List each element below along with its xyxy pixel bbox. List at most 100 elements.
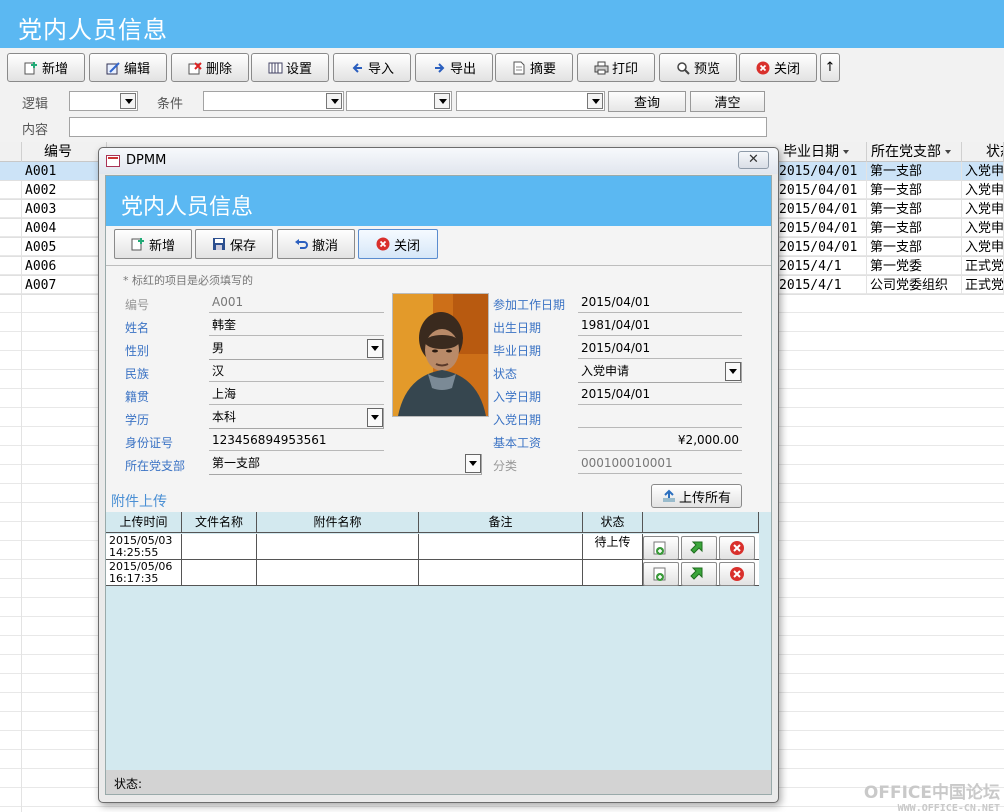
preview-button[interactable]: 预览 <box>659 53 737 82</box>
cell-branch[interactable]: 第一党委 <box>868 257 962 276</box>
attach-file-button[interactable] <box>643 562 679 586</box>
ethnicity-field[interactable]: 汉 <box>209 362 384 382</box>
upload-file-button[interactable] <box>681 562 717 586</box>
edit-button[interactable]: 编辑 <box>89 53 167 82</box>
export-button[interactable]: 导出 <box>415 53 493 82</box>
condition-field-select[interactable] <box>203 91 344 111</box>
delete-button[interactable]: 删除 <box>171 53 249 82</box>
summary-button[interactable]: 摘要 <box>495 53 573 82</box>
cell-grad[interactable]: 2015/04/01 <box>777 162 867 181</box>
up-arrow-button[interactable]: ↑ <box>820 53 840 82</box>
cell-grad[interactable]: 2015/04/01 <box>777 181 867 200</box>
import-button[interactable]: 导入 <box>333 53 411 82</box>
cell-grad[interactable]: 2015/04/01 <box>777 219 867 238</box>
print-button[interactable]: 打印 <box>577 53 655 82</box>
att-cell-status: 待上传 <box>583 534 643 560</box>
cell-grad[interactable]: 2015/4/1 <box>777 257 867 276</box>
new-button[interactable]: 新增 <box>7 53 85 82</box>
att-cell-note[interactable] <box>419 560 583 586</box>
dialog-titlebar[interactable]: DPMM ✕ <box>99 148 778 174</box>
cell-status[interactable]: 入党申请 <box>963 162 1004 181</box>
logic-select[interactable] <box>69 91 138 111</box>
cell-id[interactable]: A003 <box>23 200 107 219</box>
dialog-close-button[interactable]: ✕ <box>738 151 769 169</box>
chevron-down-icon[interactable] <box>367 339 383 358</box>
dialog-header: 党内人员信息 <box>106 176 771 226</box>
chevron-down-icon[interactable] <box>326 93 342 109</box>
sort-arrow-icon[interactable] <box>843 150 849 154</box>
cell-branch[interactable]: 第一支部 <box>868 219 962 238</box>
column-header-id[interactable]: 编号 <box>22 142 107 162</box>
cell-id[interactable]: A004 <box>23 219 107 238</box>
cell-status[interactable]: 入党申请 <box>963 200 1004 219</box>
att-cell-file[interactable] <box>182 534 257 560</box>
dialog-undo-button[interactable]: 撤消 <box>277 229 355 259</box>
cell-branch[interactable]: 第一支部 <box>868 181 962 200</box>
column-header-status[interactable]: 状态 <box>962 142 1004 162</box>
chevron-down-icon[interactable] <box>434 93 450 109</box>
upload-file-button[interactable] <box>681 536 717 560</box>
enrolldate-field[interactable]: 2015/04/01 <box>578 385 742 405</box>
delete-file-button[interactable] <box>719 562 755 586</box>
cell-branch[interactable]: 公司党委组织 <box>868 276 962 295</box>
cell-status[interactable]: 入党申请 <box>963 181 1004 200</box>
query-button[interactable]: 查询 <box>608 91 686 112</box>
delete-file-button[interactable] <box>719 536 755 560</box>
chevron-down-icon[interactable] <box>367 408 383 427</box>
cell-id[interactable]: A005 <box>23 238 107 257</box>
cell-status[interactable]: 正式党员 <box>963 257 1004 276</box>
att-cell-name[interactable] <box>257 560 419 586</box>
select-all-corner[interactable] <box>0 142 22 162</box>
origin-field[interactable]: 上海 <box>209 385 384 405</box>
joindate-field[interactable] <box>578 408 742 428</box>
dialog-new-button[interactable]: 新增 <box>114 229 192 259</box>
condition-value-select[interactable] <box>456 91 605 111</box>
settings-button[interactable]: 设置 <box>251 53 329 82</box>
cell-status[interactable]: 入党申请 <box>963 238 1004 257</box>
condition-operator-select[interactable] <box>346 91 452 111</box>
cell-grad[interactable]: 2015/04/01 <box>777 200 867 219</box>
workdate-field[interactable]: 2015/04/01 <box>578 293 742 313</box>
name-field[interactable]: 韩奎 <box>209 316 384 336</box>
chevron-down-icon[interactable] <box>120 93 136 109</box>
cell-id[interactable]: A006 <box>23 257 107 276</box>
gender-select[interactable]: 男 <box>209 339 384 360</box>
idcard-field[interactable]: 123456894953561 <box>209 431 384 451</box>
column-header-graduation-date[interactable]: 毕业日期 <box>779 142 867 162</box>
clear-button[interactable]: 清空 <box>690 91 765 112</box>
cell-branch[interactable]: 第一支部 <box>868 238 962 257</box>
field-label-origin: 籍贯 <box>125 390 150 404</box>
column-header-branch[interactable]: 所在党支部 <box>867 142 962 162</box>
salary-field[interactable]: ¥2,000.00 <box>578 431 742 451</box>
cell-grad[interactable]: 2015/4/1 <box>777 276 867 295</box>
birthdate-field[interactable]: 1981/04/01 <box>578 316 742 336</box>
chevron-down-icon[interactable] <box>587 93 603 109</box>
branch-select[interactable]: 第一支部 <box>209 454 482 475</box>
cell-branch[interactable]: 第一支部 <box>868 162 962 181</box>
chevron-down-icon[interactable] <box>465 454 481 473</box>
status-select[interactable]: 入党申请 <box>578 362 742 383</box>
status-label: 状态: <box>114 777 143 791</box>
cell-branch[interactable]: 第一支部 <box>868 200 962 219</box>
att-cell-file[interactable] <box>182 560 257 586</box>
dialog-save-button[interactable]: 保存 <box>195 229 273 259</box>
cell-id[interactable]: A002 <box>23 181 107 200</box>
dialog-close-action-button[interactable]: 关闭 <box>358 229 438 259</box>
graddate-field[interactable]: 2015/04/01 <box>578 339 742 359</box>
education-select[interactable]: 本科 <box>209 408 384 429</box>
cell-grad[interactable]: 2015/04/01 <box>777 238 867 257</box>
chevron-down-icon[interactable] <box>725 362 741 381</box>
att-cell-name[interactable] <box>257 534 419 560</box>
member-photo[interactable] <box>392 293 489 417</box>
att-cell-note[interactable] <box>419 534 583 560</box>
cell-status[interactable]: 正式党员 <box>963 276 1004 295</box>
upload-all-button[interactable]: 上传所有 <box>651 484 742 508</box>
attach-file-button[interactable] <box>643 536 679 560</box>
cell-status[interactable]: 入党申请 <box>963 219 1004 238</box>
content-input[interactable] <box>69 117 767 137</box>
cell-id[interactable]: A001 <box>23 162 107 181</box>
cell-id[interactable]: A007 <box>23 276 107 295</box>
sort-arrow-icon[interactable] <box>945 150 951 154</box>
close-button[interactable]: 关闭 <box>739 53 817 82</box>
person-photo-icon <box>393 294 488 416</box>
